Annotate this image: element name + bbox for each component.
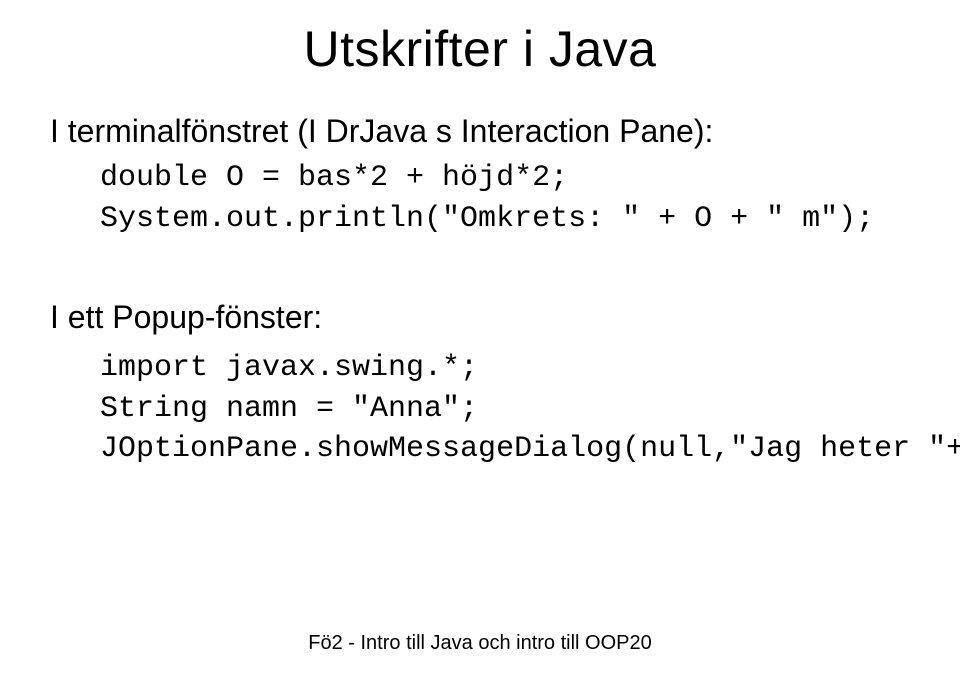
code-line-1b: System.out.println("Omkrets: " + O + " m… [100,199,910,240]
footer-text: Fö2 - Intro till Java och intro till OOP… [50,632,910,655]
code-line-1a: double O = bas*2 + höjd*2; [100,158,910,199]
section-heading-terminal: I terminalfönstret (I DrJava s Interacti… [50,113,910,150]
code-line-2c: JOptionPane.showMessageDialog(null,"Jag … [100,429,910,470]
code-line-2a: import javax.swing.*; [100,348,910,389]
section-heading-popup: I ett Popup-fönster: [50,299,910,336]
page-title: Utskrifter i Java [50,20,910,78]
code-line-2b: String namn = "Anna"; [100,389,910,430]
